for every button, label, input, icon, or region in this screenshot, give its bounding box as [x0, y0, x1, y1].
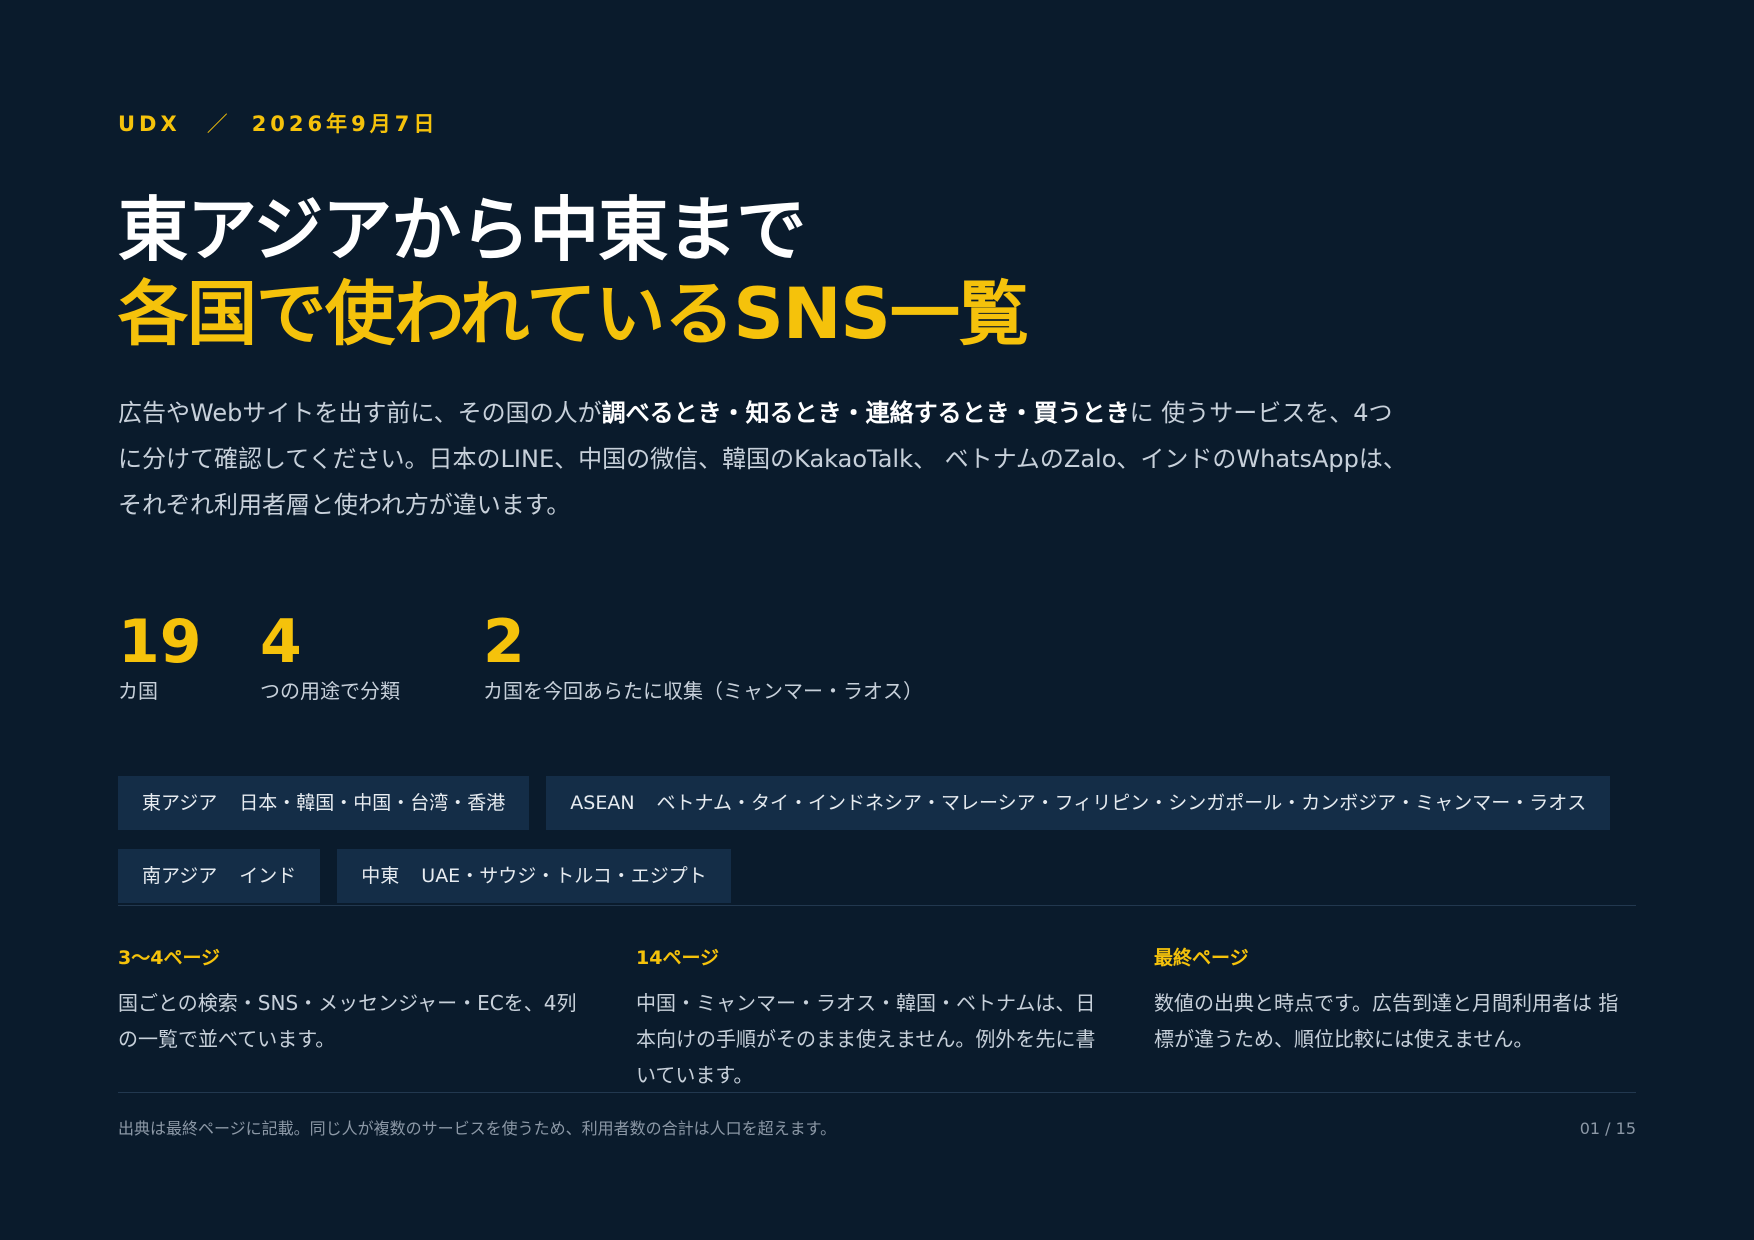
page-title: 東アジアから中東まで 各国で使われているSNS一覧 [118, 188, 1029, 356]
stat-label: カ国 [118, 679, 158, 703]
title-line-1: 東アジアから中東まで [118, 189, 806, 271]
region-name: 南アジア [142, 865, 218, 887]
region-countries: UAE・サウジ・トルコ・エジプト [421, 865, 707, 887]
region-chip-south-asia: 南アジア インド [118, 849, 321, 903]
guide-title: 3～4ページ [118, 947, 221, 969]
stat-countries: 19 カ国 [118, 610, 260, 704]
stat-new-countries: 2 カ国を今回あらたに収集（ミャンマー・ラオス） [483, 610, 923, 704]
lead-text-before: 広告やWebサイトを出す前に、その国の人が [118, 399, 602, 427]
region-chip-asean: ASEAN ベトナム・タイ・インドネシア・マレーシア・フィリピン・シンガポール・カ… [546, 776, 1611, 830]
header-date: 2026年9月7日 [251, 112, 439, 136]
lead-emphasis: 調べるとき・知るとき・連絡するとき・買うとき [601, 399, 1130, 427]
guide-column: 3～4ページ 国ごとの検索・SNS・メッセンジャー・ECを、4列の一覧で並べてい… [118, 945, 636, 1093]
region-chips: 東アジア 日本・韓国・中国・台湾・香港 ASEAN ベトナム・タイ・インドネシア・マ… [118, 776, 1636, 903]
guide-body: 数値の出典と時点です。広告到達と月間利用者は 指標が違うため、順位比較には使えま… [1154, 991, 1619, 1051]
region-countries: ベトナム・タイ・インドネシア・マレーシア・フィリピン・シンガポール・カンボジア・… [656, 792, 1587, 814]
guide-column: 14ページ 中国・ミャンマー・ラオス・韓国・ベトナムは、日本向けの手順がそのまま… [636, 945, 1154, 1093]
stat-label: つの用途で分類 [260, 679, 400, 703]
stats-row: 19 カ国 4 つの用途で分類 2 カ国を今回あらたに収集（ミャンマー・ラオス） [118, 610, 923, 704]
region-name: 中東 [361, 865, 400, 887]
region-countries: インド [239, 865, 297, 887]
header-kicker: UDX ／ 2026年9月7日 [118, 108, 438, 138]
stat-categories: 4 つの用途で分類 [260, 610, 483, 704]
brand-label: UDX [118, 112, 181, 136]
footer: 出典は最終ページに記載。同じ人が複数のサービスを使うため、利用者数の合計は人口を… [118, 1118, 1636, 1140]
divider-bottom [118, 1092, 1636, 1093]
stat-value: 19 [118, 607, 202, 677]
slide: UDX ／ 2026年9月7日 東アジアから中東まで 各国で使われているSNS一覧 … [118, 0, 1636, 1240]
region-chip-middle-east: 中東 UAE・サウジ・トルコ・エジプト [337, 849, 731, 903]
guide-body: 中国・ミャンマー・ラオス・韓国・ベトナムは、日本向けの手順がそのまま使えません。… [636, 991, 1096, 1087]
page-guide: 3～4ページ 国ごとの検索・SNS・メッセンジャー・ECを、4列の一覧で並べてい… [118, 945, 1636, 1093]
region-name: 東アジア [142, 792, 218, 814]
guide-column: 最終ページ 数値の出典と時点です。広告到達と月間利用者は 指標が違うため、順位比… [1154, 945, 1636, 1093]
stat-label: カ国を今回あらたに収集（ミャンマー・ラオス） [483, 679, 923, 703]
stat-value: 4 [260, 607, 302, 677]
guide-title: 14ページ [636, 947, 720, 969]
header-separator: ／ [206, 112, 228, 136]
page-number: 01 / 15 [1579, 1119, 1636, 1138]
lead-paragraph: 広告やWebサイトを出す前に、その国の人が調べるとき・知るとき・連絡するとき・買… [118, 390, 1408, 528]
stat-value: 2 [483, 607, 525, 677]
title-line-2: 各国で使われているSNS一覧 [118, 273, 1029, 355]
guide-body: 国ごとの検索・SNS・メッセンジャー・ECを、4列の一覧で並べています。 [118, 991, 577, 1051]
region-name: ASEAN [570, 792, 635, 814]
region-countries: 日本・韓国・中国・台湾・香港 [239, 792, 506, 814]
footer-note: 出典は最終ページに記載。同じ人が複数のサービスを使うため、利用者数の合計は人口を… [118, 1119, 837, 1138]
divider-top [118, 905, 1636, 906]
region-chip-east-asia: 東アジア 日本・韓国・中国・台湾・香港 [118, 776, 530, 830]
guide-title: 最終ページ [1154, 947, 1249, 969]
